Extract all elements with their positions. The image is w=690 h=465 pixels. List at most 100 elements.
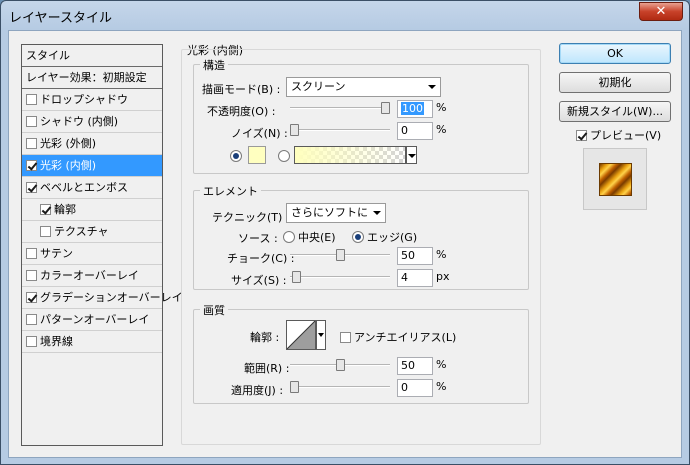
sidebar-item-label: グラデーションオーバーレイ: [40, 291, 183, 304]
noise-value: 0: [401, 124, 408, 137]
size-input[interactable]: 4: [397, 269, 433, 287]
size-label: サイズ(S) :: [231, 274, 287, 287]
slider-thumb[interactable]: [336, 359, 345, 371]
jitter-input[interactable]: 0: [397, 379, 433, 397]
choke-input[interactable]: 50: [397, 247, 433, 265]
checkbox-icon[interactable]: [26, 116, 37, 127]
range-slider[interactable]: [290, 358, 390, 372]
sidebar-item[interactable]: シャドウ (内側): [22, 111, 162, 133]
sidebar-item[interactable]: 輪郭: [22, 199, 162, 221]
style-preview-thumbnail: [599, 163, 632, 196]
source-edge-option[interactable]: エッジ(G): [352, 229, 417, 245]
chevron-down-icon: [408, 154, 416, 158]
antialias-checkbox[interactable]: アンチエイリアス(L): [340, 329, 456, 345]
gradient-dropdown-button[interactable]: [406, 146, 417, 164]
sidebar-item[interactable]: パターンオーバーレイ: [22, 309, 162, 331]
quality-title: 画質: [200, 302, 228, 318]
source-center-option[interactable]: 中央(E): [283, 229, 336, 245]
radio-icon: [352, 231, 364, 243]
noise-input[interactable]: 0: [397, 122, 433, 140]
sidebar-item[interactable]: グラデーションオーバーレイ: [22, 287, 183, 309]
technique-label: テクニック(T) :: [212, 211, 290, 224]
slider-thumb[interactable]: [290, 124, 299, 136]
preview-checkbox[interactable]: プレビュー(V): [576, 127, 661, 143]
blend-mode-select[interactable]: スクリーン: [286, 77, 441, 97]
opacity-input[interactable]: 100: [397, 100, 433, 118]
noise-label: ノイズ(N) :: [231, 127, 288, 140]
checkbox-icon[interactable]: [40, 226, 51, 237]
slider-thumb[interactable]: [292, 271, 301, 283]
gradient-radio[interactable]: [278, 150, 293, 163]
contour-curve-icon: [286, 320, 316, 350]
chevron-down-icon: [373, 211, 381, 215]
slider-thumb[interactable]: [336, 249, 345, 261]
sidebar-item[interactable]: カラーオーバーレイ: [22, 265, 162, 287]
slider-thumb[interactable]: [381, 102, 390, 114]
sidebar-item-label: カラーオーバーレイ: [40, 269, 139, 282]
checkbox-icon[interactable]: [26, 248, 37, 259]
checkbox-icon[interactable]: [26, 292, 37, 303]
checkbox-icon[interactable]: [26, 182, 37, 193]
checkbox-icon[interactable]: [26, 314, 37, 325]
sidebar-item[interactable]: サテン: [22, 243, 162, 265]
checkbox-icon[interactable]: [26, 94, 37, 105]
jitter-label: 適用度(J) :: [231, 384, 284, 397]
styles-header[interactable]: スタイル: [22, 45, 162, 67]
slider-track: [290, 107, 390, 109]
range-unit: %: [436, 358, 447, 371]
new-style-button[interactable]: 新規スタイル(W)...: [559, 101, 671, 122]
antialias-label: アンチエイリアス(L): [354, 331, 457, 344]
dialog-client: スタイル レイヤー効果：初期設定 ドロップシャドウ シャドウ (内側) 光彩 (外側…: [8, 30, 682, 458]
opacity-unit: %: [436, 101, 447, 114]
checkbox-icon[interactable]: [26, 138, 37, 149]
gradient-picker[interactable]: [294, 146, 406, 164]
sidebar-item-label: パターンオーバーレイ: [40, 313, 150, 326]
slider-thumb[interactable]: [290, 381, 299, 393]
sidebar-item-label: 輪郭: [54, 203, 76, 216]
technique-value: さらにソフトに: [291, 206, 368, 219]
styles-header-label: スタイル: [26, 49, 70, 62]
sidebar-item[interactable]: 境界線: [22, 331, 162, 353]
elements-title: エレメント: [200, 183, 261, 199]
sidebar-item[interactable]: テクスチャ: [22, 221, 162, 243]
jitter-unit: %: [436, 380, 447, 393]
blending-options-item[interactable]: レイヤー効果：初期設定: [22, 67, 162, 89]
slider-track: [290, 386, 390, 388]
size-value: 4: [401, 271, 408, 284]
close-button[interactable]: ✕: [639, 2, 683, 21]
noise-slider[interactable]: [290, 123, 390, 137]
reset-button[interactable]: 初期化: [559, 72, 671, 93]
jitter-slider[interactable]: [290, 380, 390, 394]
sidebar-item[interactable]: ドロップシャドウ: [22, 89, 162, 111]
checkbox-icon[interactable]: [26, 160, 37, 171]
choke-slider[interactable]: [290, 248, 390, 262]
checkbox-icon[interactable]: [26, 336, 37, 347]
range-input[interactable]: 50: [397, 357, 433, 375]
solid-color-radio[interactable]: [230, 150, 245, 163]
checkbox-icon[interactable]: [40, 204, 51, 215]
contour-preview[interactable]: [286, 320, 316, 350]
opacity-slider[interactable]: [290, 101, 390, 115]
ok-button[interactable]: OK: [559, 43, 671, 64]
jitter-value: 0: [401, 381, 408, 394]
contour-dropdown-button[interactable]: [316, 320, 326, 350]
title-bar[interactable]: レイヤースタイル ✕: [1, 1, 689, 29]
size-slider[interactable]: [290, 270, 390, 284]
technique-select[interactable]: さらにソフトに: [286, 203, 386, 223]
window-title: レイヤースタイル: [9, 11, 112, 26]
radio-icon: [230, 150, 242, 162]
sidebar-item[interactable]: ベベルとエンボス: [22, 177, 162, 199]
range-label: 範囲(R) :: [244, 362, 290, 375]
size-unit: px: [436, 270, 450, 283]
choke-unit: %: [436, 248, 447, 261]
sidebar-item-label: テクスチャ: [54, 225, 109, 238]
checkbox-icon[interactable]: [26, 270, 37, 281]
checkbox-icon: [576, 130, 587, 141]
blend-mode-value: スクリーン: [291, 80, 346, 93]
chevron-down-icon: [318, 333, 324, 337]
glow-color-swatch[interactable]: [248, 146, 266, 164]
sidebar-item[interactable]: 光彩 (内側): [22, 155, 162, 177]
chevron-down-icon: [428, 85, 436, 89]
sidebar-item[interactable]: 光彩 (外側): [22, 133, 162, 155]
slider-track: [290, 276, 390, 278]
